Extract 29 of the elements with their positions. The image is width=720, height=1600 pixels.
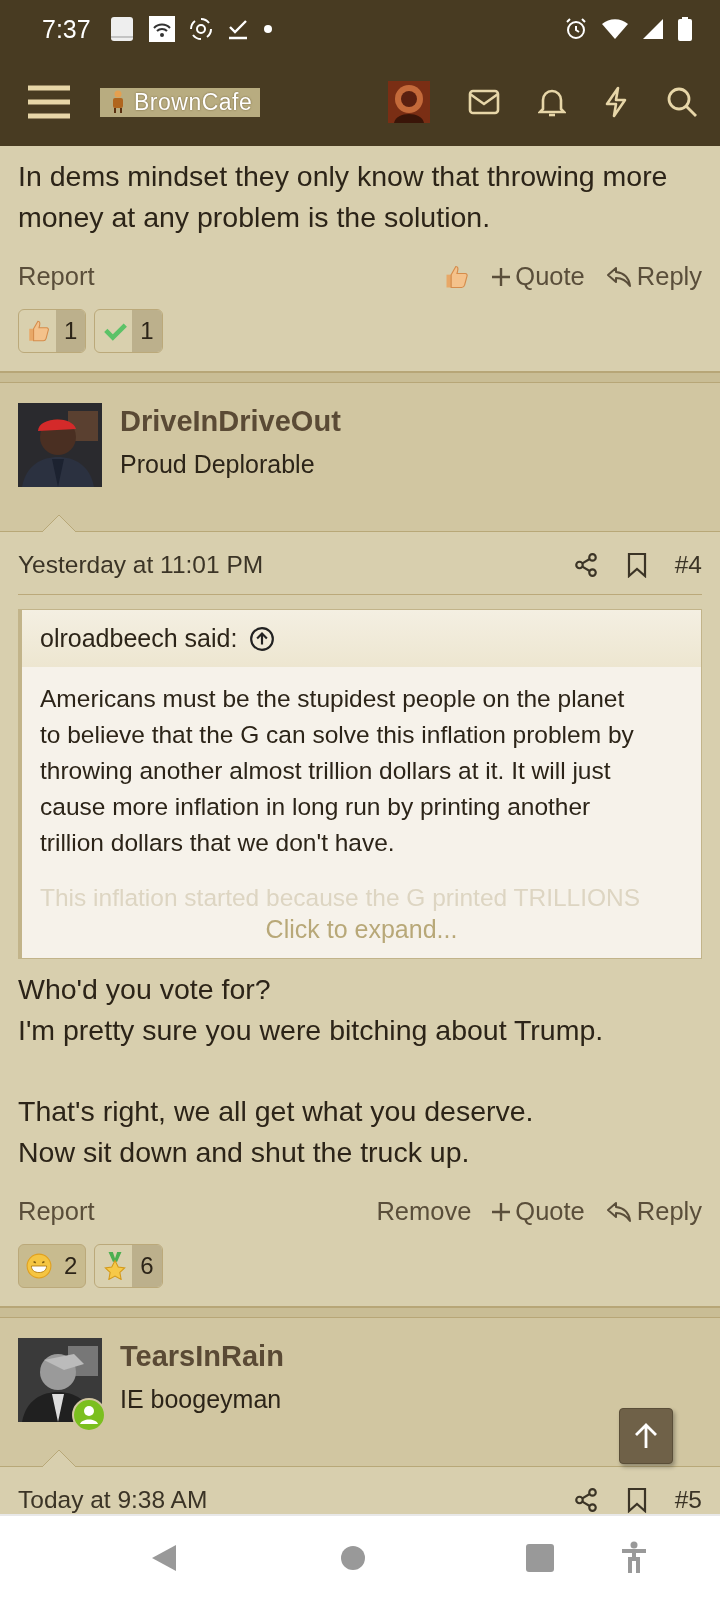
reply-link[interactable]: Reply — [604, 1197, 702, 1226]
quote-link[interactable]: Quote — [491, 1197, 585, 1226]
post-text: In dems mindset they only know that throwing more money at any problem is the solution. — [18, 159, 669, 235]
author-name[interactable]: DriveInDriveOut — [120, 405, 341, 438]
quote-source[interactable]: olroadbeech said: — [40, 624, 238, 653]
reaction-count: 1 — [132, 310, 162, 352]
reaction-count: 1 — [56, 310, 86, 352]
status-time: 7:37 — [42, 14, 91, 44]
quote-text: Americans must be the stupidest people on the planet to believe that the G can solve this inflation problem by throwing another almost trillion dollars at it. It will just cause more inflation in long run by printing another trillion dollars that we don't have. — [40, 684, 635, 858]
remove-link[interactable]: Remove — [376, 1197, 472, 1226]
report-link[interactable]: Report — [18, 1197, 95, 1226]
reply-link[interactable]: Reply — [604, 262, 702, 291]
reaction-count: 2 — [63, 1251, 79, 1281]
reaction-chip[interactable]: 1 — [18, 309, 87, 353]
post-number[interactable]: #5 — [674, 1486, 702, 1514]
post-number[interactable]: #4 — [674, 551, 702, 579]
post-date[interactable]: Yesterday at 11:01 PM — [18, 551, 547, 579]
quote-link[interactable]: Quote — [491, 262, 585, 291]
user-title: Proud Deplorable — [120, 450, 316, 479]
author-name[interactable]: TearsInRain — [120, 1340, 284, 1373]
post-date[interactable]: Today at 9:38 AM — [18, 1486, 547, 1514]
post-text: Who'd you vote for? I'm pretty sure you were bitching about Trump. — [18, 972, 605, 1048]
user-title: IE boogeyman — [120, 1385, 283, 1414]
reaction-chip[interactable]: 6 — [94, 1244, 163, 1288]
reaction-chip[interactable]: 2 — [18, 1244, 87, 1288]
reaction-count: 6 — [132, 1245, 162, 1287]
post-text: That's right, we all get what you deserve. Now sit down and shut the truck up. — [18, 1094, 535, 1170]
reaction-chip[interactable]: 1 — [94, 309, 163, 353]
report-link[interactable]: Report — [18, 262, 95, 291]
